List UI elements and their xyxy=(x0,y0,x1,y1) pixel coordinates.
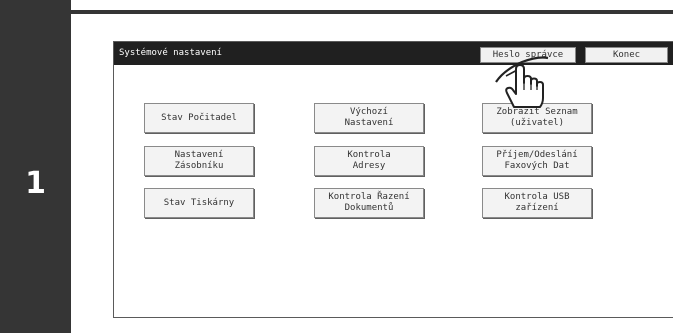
top-divider xyxy=(71,10,673,14)
fax-data-button[interactable]: Příjem/Odeslání Faxových Dat xyxy=(482,146,592,176)
document-filing-control-label-2: Dokumentů xyxy=(344,203,394,213)
tray-settings-button[interactable]: Nastavení Zásobníku xyxy=(144,146,254,176)
document-filing-control-button[interactable]: Kontrola Řazení Dokumentů xyxy=(314,188,424,218)
list-print-user-label-2: (uživatel) xyxy=(509,118,565,128)
step-number: 1 xyxy=(25,166,46,201)
default-settings-button[interactable]: Výchozí Nastavení xyxy=(314,103,424,133)
usb-device-check-label-1: Kontrola USB xyxy=(504,192,570,202)
step-sidebar: 1 xyxy=(0,0,71,333)
tray-settings-label-2: Zásobníku xyxy=(174,161,224,171)
address-control-button[interactable]: Kontrola Adresy xyxy=(314,146,424,176)
printer-status-label: Stav Tiskárny xyxy=(163,197,235,208)
exit-button[interactable]: Konec xyxy=(585,47,668,63)
address-control-label-1: Kontrola xyxy=(347,150,391,160)
default-settings-label-2: Nastavení xyxy=(344,118,394,128)
default-settings-label-1: Výchozí xyxy=(350,107,388,117)
tray-settings-label-1: Nastavení xyxy=(174,150,224,160)
fax-data-label-2: Faxových Dat xyxy=(504,161,570,171)
counter-status-button[interactable]: Stav Počitadel xyxy=(144,103,254,133)
address-control-label-2: Adresy xyxy=(352,161,386,171)
touch-panel-screen: Systémové nastavení Heslo správce Konec … xyxy=(113,41,673,318)
screen-header: Systémové nastavení Heslo správce Konec xyxy=(114,42,673,65)
screen-title: Systémové nastavení xyxy=(119,48,222,58)
usb-device-check-label-2: zařízení xyxy=(515,203,559,213)
fax-data-label-1: Příjem/Odeslání xyxy=(496,150,578,160)
counter-status-label: Stav Počitadel xyxy=(161,112,237,123)
document-filing-control-label-1: Kontrola Řazení xyxy=(328,192,410,202)
hand-pointer-icon xyxy=(495,56,549,108)
usb-device-check-button[interactable]: Kontrola USB zařízení xyxy=(482,188,592,218)
printer-status-button[interactable]: Stav Tiskárny xyxy=(144,188,254,218)
